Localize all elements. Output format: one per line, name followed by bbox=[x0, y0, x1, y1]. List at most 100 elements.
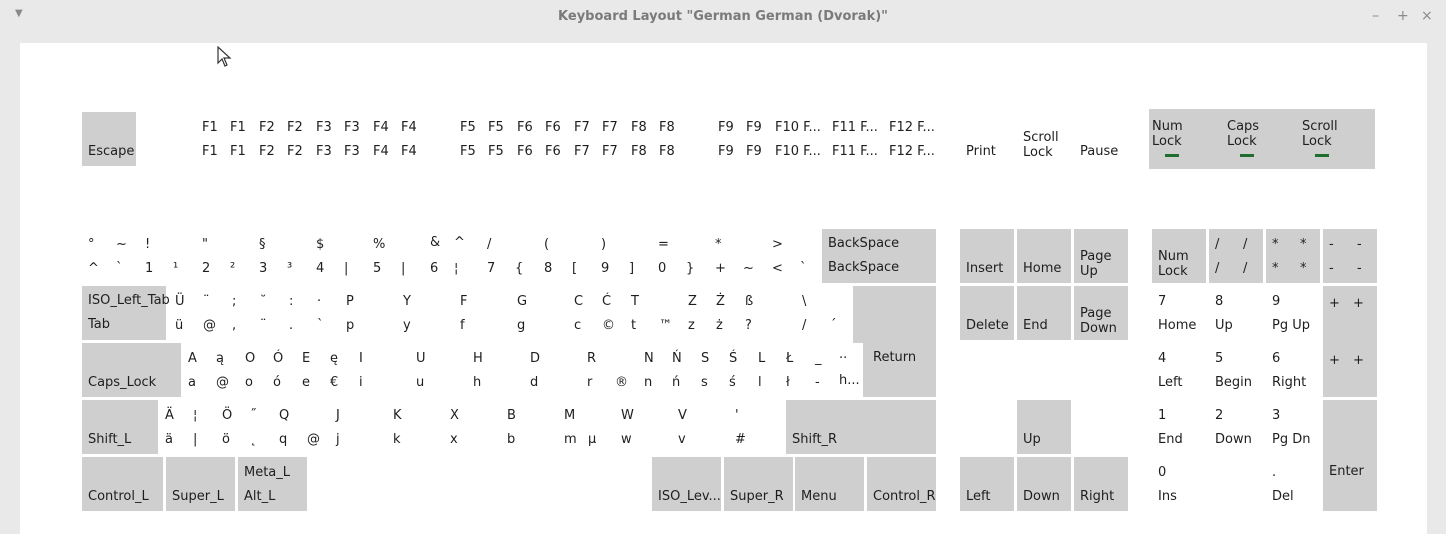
key-f3[interactable]: F3 F3 F3 F3 bbox=[310, 112, 364, 166]
key-iso-level[interactable]: ISO_Lev... bbox=[652, 457, 721, 511]
key-kp-div[interactable]: / / / / bbox=[1209, 229, 1263, 283]
key-alt-l[interactable]: Meta_L Alt_L bbox=[238, 457, 307, 511]
key-pause[interactable]: Pause bbox=[1074, 112, 1128, 166]
key-dash[interactable]: _.. - h... bbox=[809, 343, 863, 397]
key-m[interactable]: Mmµ bbox=[558, 400, 612, 454]
key-u[interactable]: Uu bbox=[410, 343, 464, 397]
key-bslash[interactable]: \ / ´ bbox=[796, 286, 850, 340]
key-e[interactable]: Eę e € bbox=[296, 343, 350, 397]
key-w[interactable]: Ww bbox=[615, 400, 669, 454]
key-backspace[interactable]: BackSpace BackSpace bbox=[822, 229, 936, 283]
key-home[interactable]: Home bbox=[1017, 229, 1071, 283]
key-f6[interactable]: F6 F6 F6 F6 bbox=[511, 112, 565, 166]
key-q-ue[interactable]: Ü ¨ ü @ bbox=[169, 286, 223, 340]
key-left[interactable]: Left bbox=[960, 457, 1014, 511]
key-kp-add[interactable]: + + + + bbox=[1323, 286, 1377, 397]
key-print[interactable]: Print bbox=[960, 112, 1014, 166]
key-f5[interactable]: F5 F5 F5 F5 bbox=[454, 112, 508, 166]
key-kp8[interactable]: 8 Up bbox=[1209, 286, 1263, 340]
key-super-r[interactable]: Super_R bbox=[724, 457, 793, 511]
key-end[interactable]: End bbox=[1017, 286, 1071, 340]
key-c[interactable]: C Ćc © bbox=[568, 286, 622, 340]
key-kp1[interactable]: 1 End bbox=[1152, 400, 1206, 454]
key-d5[interactable]: % 5 | bbox=[367, 229, 421, 283]
key-shift-r[interactable]: Shift_R bbox=[786, 400, 936, 454]
key-d8[interactable]: (8 [ bbox=[538, 229, 592, 283]
key-kp-mul[interactable]: * * * * bbox=[1266, 229, 1320, 283]
key-ss[interactable]: ß? bbox=[739, 286, 793, 340]
key-oe[interactable]: Ö ˝ ö ˛ bbox=[216, 400, 270, 454]
key-k[interactable]: Kk bbox=[387, 400, 441, 454]
key-d4[interactable]: $4 | bbox=[310, 229, 364, 283]
key-menu[interactable]: Menu bbox=[795, 457, 864, 511]
key-l[interactable]: L Łl ł bbox=[752, 343, 806, 397]
key-caps[interactable]: Caps_Lock bbox=[82, 343, 181, 397]
key-f[interactable]: Ff bbox=[454, 286, 508, 340]
key-page-down[interactable]: Page Down bbox=[1074, 286, 1128, 340]
key-kp5[interactable]: 5 Begin bbox=[1209, 343, 1263, 397]
key-delete[interactable]: Delete bbox=[960, 286, 1014, 340]
key-o[interactable]: O Óo ó bbox=[239, 343, 293, 397]
key-s[interactable]: S Śs ś bbox=[695, 343, 749, 397]
key-p[interactable]: Pp bbox=[340, 286, 394, 340]
key-page-up[interactable]: Page Up bbox=[1074, 229, 1128, 283]
key-r[interactable]: Rr ® bbox=[581, 343, 635, 397]
key-colon[interactable]: : ·. ` bbox=[283, 286, 337, 340]
key-tab[interactable]: ISO_Left_Tab Tab bbox=[82, 286, 170, 340]
key-escape[interactable]: Escape bbox=[82, 112, 136, 166]
key-n[interactable]: N Ńn ń bbox=[638, 343, 692, 397]
key-v[interactable]: Vv bbox=[672, 400, 726, 454]
key-super-l[interactable]: Super_L bbox=[166, 457, 235, 511]
key-kp6[interactable]: 6 Right bbox=[1266, 343, 1320, 397]
key-f11[interactable]: F11 F... F11 F... bbox=[826, 112, 880, 166]
key-return[interactable]: Return bbox=[853, 286, 936, 397]
key-kp7[interactable]: 7 Home bbox=[1152, 286, 1206, 340]
key-kp-dec[interactable]: . Del bbox=[1266, 457, 1320, 511]
key-scroll-lock[interactable]: Scroll Lock bbox=[1017, 112, 1071, 166]
maximize-button[interactable]: + bbox=[1397, 8, 1409, 24]
key-x[interactable]: Xx bbox=[444, 400, 498, 454]
key-d2[interactable]: " 2 ² bbox=[196, 229, 250, 283]
key-right[interactable]: Right bbox=[1074, 457, 1128, 511]
key-semi[interactable]: ; ˘, ¨ bbox=[226, 286, 280, 340]
key-shift-l[interactable]: Shift_L bbox=[82, 400, 158, 454]
key-f12[interactable]: F12 F... F12 F... bbox=[883, 112, 937, 166]
key-d1[interactable]: ! 1 ¹ bbox=[139, 229, 193, 283]
key-b[interactable]: Bb bbox=[501, 400, 555, 454]
key-f1[interactable]: F1 F1 F1 F1 bbox=[196, 112, 250, 166]
key-f7[interactable]: F7 F7 F7 F7 bbox=[568, 112, 622, 166]
key-j[interactable]: Jj bbox=[330, 400, 384, 454]
key-down[interactable]: Down bbox=[1017, 457, 1071, 511]
key-d[interactable]: Dd bbox=[524, 343, 578, 397]
key-kp-enter[interactable]: Enter bbox=[1323, 400, 1377, 511]
key-f9[interactable]: F9 F9 F9 F9 bbox=[712, 112, 766, 166]
key-q[interactable]: Qq @ bbox=[273, 400, 327, 454]
key-control-l[interactable]: Control_L bbox=[82, 457, 163, 511]
key-a[interactable]: Aą a @ bbox=[182, 343, 236, 397]
key-f8[interactable]: F8 F8 F8 F8 bbox=[625, 112, 679, 166]
key-kp-numlock[interactable]: Num Lock bbox=[1152, 229, 1206, 283]
key-d3[interactable]: § 3 ³ bbox=[253, 229, 307, 283]
key-control-r[interactable]: Control_R bbox=[867, 457, 936, 511]
key-f2[interactable]: F2 F2 F2 F2 bbox=[253, 112, 307, 166]
key-kp-sub[interactable]: - - - - bbox=[1323, 229, 1377, 283]
key-kp2[interactable]: 2 Down bbox=[1209, 400, 1263, 454]
key-d6[interactable]: & ^ 6 ¦ bbox=[424, 229, 478, 283]
key-hash[interactable]: ' # bbox=[729, 400, 783, 454]
key-kp0[interactable]: 0 Ins bbox=[1152, 457, 1263, 511]
key-kp3[interactable]: 3 Pg Dn bbox=[1266, 400, 1320, 454]
key-up[interactable]: Up bbox=[1017, 400, 1071, 454]
key-space[interactable] bbox=[310, 457, 650, 511]
key-lt[interactable]: > < ` bbox=[766, 229, 820, 283]
key-kp9[interactable]: 9 Pg Up bbox=[1266, 286, 1320, 340]
key-t[interactable]: Tt ™ bbox=[625, 286, 679, 340]
key-h[interactable]: Hh bbox=[467, 343, 521, 397]
key-d0[interactable]: = 0} bbox=[652, 229, 706, 283]
close-button[interactable]: × bbox=[1421, 8, 1433, 24]
key-tilde[interactable]: ° ~ ^ ` bbox=[82, 229, 136, 283]
key-f4[interactable]: F4 F4 F4 F4 bbox=[367, 112, 421, 166]
key-g[interactable]: Gg bbox=[511, 286, 565, 340]
key-d7[interactable]: / 7 { bbox=[481, 229, 535, 283]
key-z[interactable]: Z Żz ż bbox=[682, 286, 736, 340]
key-y[interactable]: Yy bbox=[397, 286, 451, 340]
